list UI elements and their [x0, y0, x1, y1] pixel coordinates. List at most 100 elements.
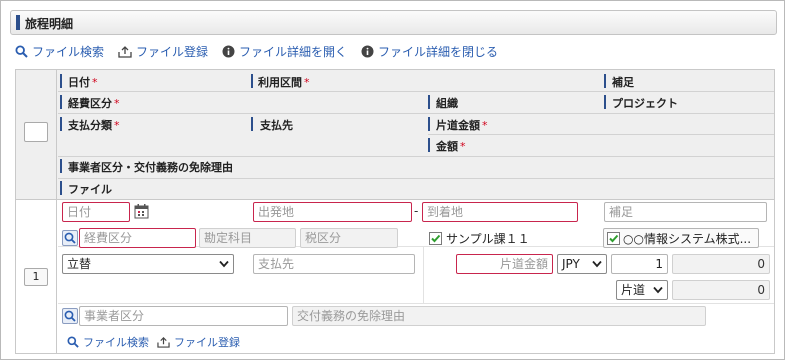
header-divider	[60, 117, 62, 131]
row-line	[58, 303, 774, 304]
required-mark: *	[482, 119, 488, 132]
grid-header: 日付 * 利用区間 * 補足 経費区分 * 組織 プロジェクト 支払分類 * 支払先 片…	[16, 70, 774, 200]
chevron-down-icon	[219, 260, 229, 268]
header-divider	[251, 117, 253, 131]
header-row-line	[58, 178, 774, 179]
project-checkbox[interactable]	[607, 231, 620, 245]
select-all-checkbox[interactable]	[24, 122, 48, 142]
account-field: 勘定科目	[199, 228, 296, 248]
one-way-amount-input[interactable]: 片道金額	[456, 254, 553, 274]
row-file-toolbar: ファイル検索 ファイル登録	[67, 334, 254, 350]
date-input[interactable]: 日付	[62, 202, 130, 222]
required-mark: *	[92, 76, 98, 89]
exchange-rate-input[interactable]: 1	[611, 254, 668, 274]
header-date-text: 日付	[68, 76, 90, 89]
arrival-input[interactable]: 到着地	[422, 202, 578, 222]
row-file-register-label: ファイル登録	[174, 336, 240, 349]
close-details-label: ファイル詳細を閉じる	[378, 44, 499, 59]
header-date: 日付 *	[68, 74, 98, 90]
check-icon	[609, 234, 619, 242]
header-payment-class-text: 支払分類	[68, 119, 112, 132]
organization-value: サンプル課１１	[446, 231, 530, 246]
chevron-down-icon	[653, 286, 663, 294]
info-icon	[222, 45, 235, 57]
calendar-icon[interactable]	[134, 203, 149, 219]
panel-title-bar: 旅程明細	[10, 10, 777, 35]
info-icon	[361, 45, 374, 57]
supplement-input[interactable]: 補足	[604, 202, 767, 222]
row-col-line	[423, 246, 424, 303]
file-register-button[interactable]: ファイル登録	[118, 43, 208, 60]
header-divider	[60, 95, 62, 109]
required-mark: *	[304, 76, 310, 89]
header-row-line	[58, 113, 774, 114]
search-icon	[64, 310, 76, 322]
header-row-line	[428, 134, 774, 135]
search-icon	[64, 232, 76, 244]
payee-input[interactable]: 支払先	[253, 254, 415, 274]
header-divider	[60, 181, 62, 195]
payment-class-select[interactable]: 立替	[62, 254, 234, 274]
header-one-way-amount: 片道金額 *	[436, 117, 488, 133]
chevron-down-icon	[592, 260, 602, 268]
check-icon	[431, 234, 441, 242]
row-file-search-label: ファイル検索	[83, 336, 149, 349]
header-supplement: 補足	[612, 76, 634, 89]
close-details-button[interactable]: ファイル詳細を閉じる	[361, 43, 498, 60]
header-row-line	[58, 156, 774, 157]
upload-icon	[157, 336, 170, 348]
organization-checkbox[interactable]	[429, 231, 442, 245]
file-search-button[interactable]: ファイル検索	[15, 43, 104, 60]
header-payee: 支払先	[260, 119, 293, 132]
exemption-reason-field: 交付義務の免除理由	[292, 306, 706, 326]
title-accent	[16, 15, 20, 30]
expense-type-input[interactable]: 経費区分	[79, 228, 196, 248]
row-file-register-button[interactable]: ファイル登録	[157, 334, 240, 350]
header-route: 利用区間 *	[258, 74, 310, 90]
trip-type-value: 片道	[621, 283, 646, 297]
header-organization: 組織	[436, 97, 458, 110]
toolbar: ファイル検索 ファイル登録 ファイル詳細を開く ファイル詳細を閉じる	[15, 42, 512, 60]
header-divider	[428, 138, 430, 152]
header-divider	[60, 74, 62, 88]
panel-title: 旅程明細	[25, 17, 74, 31]
search-icon	[67, 336, 79, 348]
required-mark: *	[114, 119, 120, 132]
business-type-search-button[interactable]	[62, 308, 78, 324]
header-divider	[60, 159, 62, 173]
upload-icon	[118, 45, 132, 58]
detail-panel: 旅程明細 ファイル検索 ファイル登録 ファイル詳細を開く ファイル詳細を閉じる …	[0, 0, 785, 360]
required-mark: *	[460, 140, 466, 153]
open-details-label: ファイル詳細を開く	[239, 44, 348, 59]
row-select-column	[16, 70, 57, 353]
organization-item[interactable]: サンプル課１１	[429, 228, 530, 248]
row-number-button[interactable]: 1	[24, 268, 48, 286]
currency-select[interactable]: JPY	[557, 254, 607, 274]
header-divider	[428, 95, 430, 109]
header-route-text: 利用区間	[258, 76, 302, 89]
expense-search-button[interactable]	[62, 230, 78, 246]
route-separator: -	[414, 204, 419, 218]
header-divider	[604, 95, 606, 109]
open-details-button[interactable]: ファイル詳細を開く	[222, 43, 347, 60]
header-expense-type-text: 経費区分	[68, 97, 112, 110]
project-selector[interactable]: ○○情報システム株式...	[603, 228, 759, 248]
header-one-way-amount-text: 片道金額	[436, 119, 480, 132]
business-type-input[interactable]: 事業者区分	[79, 306, 288, 326]
project-value: ○○情報システム株式...	[623, 231, 752, 246]
row-file-search-button[interactable]: ファイル検索	[67, 334, 149, 350]
currency-value: JPY	[562, 257, 580, 271]
header-amount: 金額 *	[436, 138, 466, 154]
amount-value: 0	[672, 280, 770, 300]
header-expense-type: 経費区分 *	[68, 95, 120, 111]
header-row-line	[58, 91, 774, 92]
required-mark: *	[114, 97, 120, 110]
header-payment-class: 支払分類 *	[68, 117, 120, 133]
departure-input[interactable]: 出発地	[253, 202, 412, 222]
header-file: ファイル	[68, 183, 112, 196]
detail-row	[58, 201, 774, 353]
payment-class-value: 立替	[67, 257, 92, 271]
tax-field: 税区分	[300, 228, 398, 248]
trip-type-select[interactable]: 片道	[616, 280, 668, 300]
header-project: プロジェクト	[612, 97, 678, 110]
